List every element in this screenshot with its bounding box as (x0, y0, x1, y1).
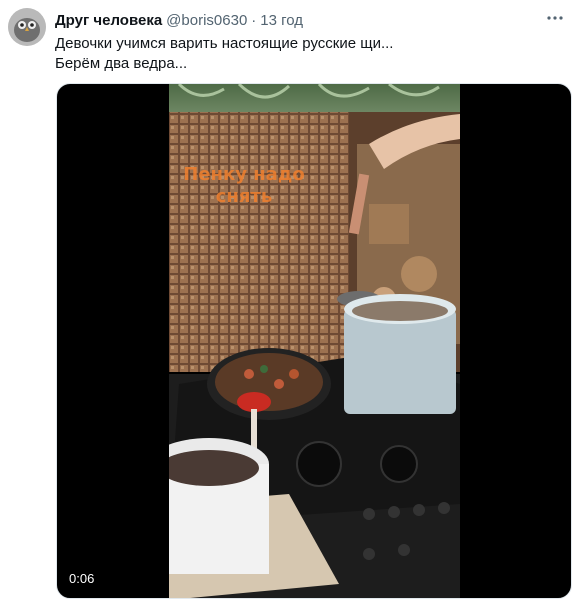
video-overlay-caption: Пенку надо снять (169, 164, 319, 208)
video-thumbnail[interactable]: Пенку надо снять (169, 84, 460, 598)
overlay-line-2: снять (215, 186, 273, 207)
avatar[interactable] (8, 8, 46, 46)
author-name[interactable]: Друг человека (55, 12, 162, 29)
tweet-timestamp[interactable]: 13 год (260, 12, 303, 29)
overlay-line-1: Пенку надо (183, 164, 305, 185)
tweet-text: Девочки учимся варить настоящие русские … (55, 34, 559, 74)
author-handle[interactable]: @boris0630 (166, 12, 247, 29)
tweet-text-line-2: Берём два ведра... (55, 55, 188, 72)
separator-dot: · (251, 11, 257, 29)
tweet-header: Друг человека @boris0630 · 13 год (55, 10, 549, 30)
tweet-text-line-1: Девочки учимся варить настоящие русские … (55, 35, 394, 52)
avatar-image (8, 8, 46, 46)
video-player[interactable]: Пенку надо снять 0:06 (56, 83, 572, 599)
video-frame-image (169, 84, 460, 598)
more-dots-icon[interactable] (545, 10, 565, 26)
video-duration-badge: 0:06 (69, 571, 95, 586)
